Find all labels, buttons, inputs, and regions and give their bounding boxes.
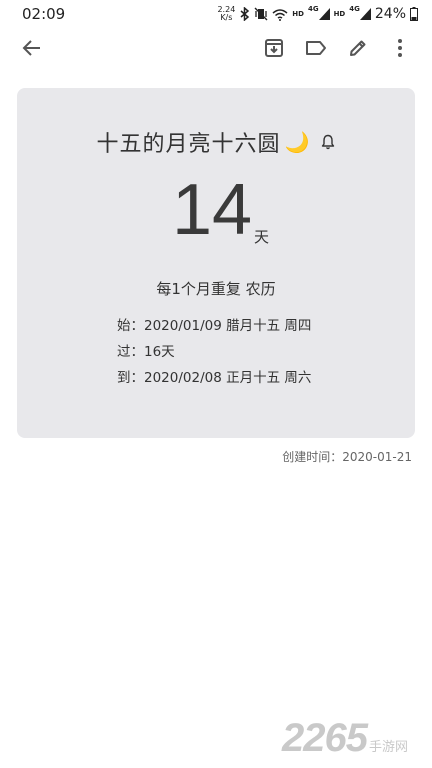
- network-speed-unit: K/s: [220, 13, 233, 22]
- card-title-row: 十五的月亮十六圆 🌙: [17, 126, 415, 158]
- status-time: 02:09: [22, 5, 66, 23]
- label-button[interactable]: [300, 34, 332, 66]
- status-icons: 2.24 K/s HD 4G HD 4G 24%: [217, 5, 418, 22]
- bell-icon: [321, 134, 335, 150]
- signal-icon-2: 4G: [349, 5, 371, 20]
- date-details: 始：2020/01/09 腊月十五 周四 过：16天 到：2020/02/08 …: [117, 316, 311, 394]
- toolbar: [0, 30, 432, 70]
- signal-2-label: 4G: [349, 5, 360, 13]
- label-icon: [305, 39, 327, 61]
- mute-vibrate-icon: [254, 7, 268, 21]
- battery-icon: [410, 7, 418, 21]
- battery-percent: 24%: [374, 6, 406, 22]
- wifi-icon: [272, 8, 288, 21]
- hd-label-2: HD: [333, 10, 346, 18]
- days-unit: 天: [254, 228, 270, 246]
- signal-icon-1: 4G: [307, 5, 330, 20]
- network-speed: 2.24 K/s: [217, 6, 235, 22]
- signal-1-label: 4G: [307, 5, 319, 13]
- archive-button[interactable]: [258, 34, 290, 66]
- start-date: 始：2020/01/09 腊月十五 周四: [117, 318, 312, 334]
- edit-icon: [348, 38, 368, 62]
- more-options-button[interactable]: [384, 34, 416, 66]
- watermark-number: 2265: [282, 716, 368, 760]
- end-date: 到：2020/02/08 正月十五 周六: [117, 370, 312, 386]
- watermark-logo: 2265 手游网: [282, 716, 408, 761]
- countdown-card[interactable]: 十五的月亮十六圆 🌙 14 天 每1个月重复 农历 始：2020/01/09 腊…: [17, 88, 415, 438]
- count-row: 14 天: [17, 170, 415, 250]
- more-icon: [397, 38, 403, 62]
- back-button[interactable]: [16, 34, 48, 66]
- watermark-text: 手游网: [368, 740, 408, 755]
- days-passed: 过：16天: [117, 344, 175, 360]
- repeat-rule: 每1个月重复 农历: [156, 280, 276, 298]
- created-time: 创建时间：2020-01-21: [282, 450, 412, 464]
- back-arrow-icon: [22, 38, 42, 62]
- moon-emoji: 🌙: [284, 130, 310, 154]
- status-bar: 02:09 2.24 K/s HD 4G HD 4G 24%: [0, 0, 432, 28]
- card-title: 十五的月亮十六圆: [96, 132, 281, 157]
- archive-icon: [264, 38, 284, 62]
- days-count: 14: [172, 170, 253, 250]
- hd-label-1: HD: [292, 10, 304, 18]
- bluetooth-icon: [239, 7, 250, 21]
- edit-button[interactable]: [342, 34, 374, 66]
